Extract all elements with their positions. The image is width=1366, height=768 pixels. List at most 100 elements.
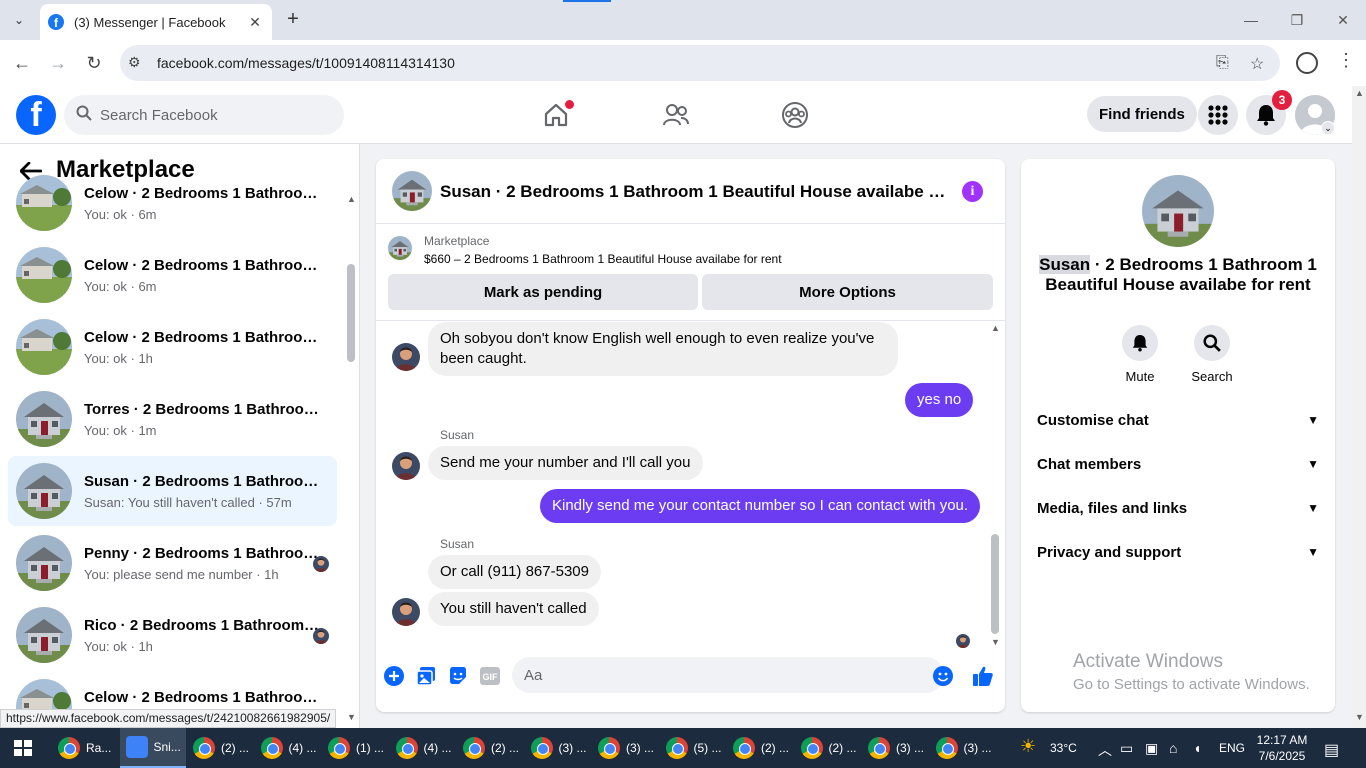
battery-icon[interactable]: ▭ [1120, 740, 1133, 757]
more-options-button[interactable]: More Options [702, 274, 993, 310]
notifications-center-icon[interactable]: ▤ [1324, 740, 1339, 760]
emoji-icon[interactable] [932, 665, 954, 687]
taskbar-chrome-window[interactable]: (3) ... [525, 728, 591, 768]
listing-description[interactable]: $660 – 2 Bedrooms 1 Bathroom 1 Beautiful… [424, 252, 782, 266]
search-input[interactable] [100, 106, 320, 124]
conversation-item[interactable]: Celow · 2 Bedrooms 1 Bathroom 1 Beautifu… [8, 168, 337, 238]
taskbar-chrome-window[interactable]: (2) ... [795, 728, 861, 768]
taskbar-chrome-window[interactable]: (4) ... [390, 728, 456, 768]
like-thumb-icon[interactable] [972, 665, 994, 687]
sidebar-scroll-thumb[interactable] [347, 264, 355, 362]
minimize-window-button[interactable]: — [1228, 0, 1274, 40]
browser-menu-icon[interactable]: ⋮ [1337, 50, 1355, 71]
reload-button[interactable]: ↻ [80, 50, 108, 76]
volume-icon[interactable]: ◖ [1193, 740, 1201, 756]
message-input[interactable] [512, 657, 944, 693]
home-nav-icon[interactable] [541, 100, 574, 130]
close-tab-icon[interactable]: ✕ [246, 14, 264, 31]
facebook-search[interactable] [64, 95, 344, 135]
taskbar-chrome-window[interactable]: (2) ... [727, 728, 793, 768]
chrome-icon [395, 737, 418, 759]
browser-profile-icon[interactable] [1296, 52, 1318, 74]
search-conversation-button[interactable]: Search [1182, 325, 1242, 384]
taskbar-chrome-window[interactable]: (2) ... [187, 728, 253, 768]
home-notification-dot [565, 100, 574, 109]
conversation-item[interactable]: Penny · 2 Bedrooms 1 Bathroom 1 Beautifu… [8, 528, 337, 598]
new-tab-button[interactable]: + [282, 8, 304, 32]
conversation-item[interactable]: Susan · 2 Bedrooms 1 Bathroom 1 Beautifu… [8, 456, 337, 526]
site-info-icon[interactable]: ⚙ [128, 54, 141, 71]
taskbar-chrome-window[interactable]: (3) ... [862, 728, 928, 768]
taskbar-item-label: (3) ... [558, 741, 587, 755]
message-bubble-outgoing[interactable]: Kindly send me your contact number so I … [540, 489, 981, 523]
plus-circle-icon[interactable] [383, 665, 405, 687]
meet-now-icon[interactable]: ▣ [1145, 740, 1158, 757]
forward-button[interactable]: → [44, 50, 72, 76]
section-label: Chat members [1037, 455, 1142, 473]
message-bubble-outgoing[interactable]: yes no [905, 383, 974, 417]
taskbar-chrome-window[interactable]: (5) ... [660, 728, 726, 768]
section-privacy-support[interactable]: Privacy and support ▼ [1029, 532, 1327, 572]
info-icon[interactable]: i [962, 181, 983, 202]
mute-button[interactable]: Mute [1110, 325, 1170, 384]
sender-avatar[interactable] [392, 452, 420, 480]
chat-listing-thumbnail[interactable] [392, 171, 432, 211]
taskbar-chrome-window[interactable]: (3) ... [592, 728, 658, 768]
message-bubble-incoming[interactable]: You still haven't called [428, 592, 599, 626]
message-bubble-incoming[interactable]: Send me your number and I'll call you [428, 446, 703, 480]
install-app-icon[interactable]: ⎘ [1216, 54, 1229, 72]
temperature[interactable]: 33°C [1050, 741, 1077, 755]
message-composer: GIF [376, 652, 1005, 712]
groups-nav-icon[interactable] [780, 100, 810, 130]
system-clock[interactable]: 12:17 AM 7/6/2025 [1250, 732, 1314, 764]
taskbar-chrome-window[interactable]: (1) ... [322, 728, 388, 768]
browser-tab[interactable]: f (3) Messenger | Facebook ✕ [40, 4, 272, 40]
sidebar-scrollbar[interactable]: ▲ ▼ [344, 192, 358, 728]
conversation-item[interactable]: Torres · 2 Bedrooms 1 Bathroom 1 Beautif… [8, 384, 337, 454]
section-media-files-links[interactable]: Media, files and links ▼ [1029, 488, 1327, 528]
sender-avatar[interactable] [392, 343, 420, 371]
taskbar-chrome-window[interactable]: (2) ... [457, 728, 523, 768]
thread-scroll-thumb[interactable] [991, 534, 999, 634]
conversation-item[interactable]: Rico · 2 Bedrooms 1 Bathroom 1 Beautiful… [8, 600, 337, 670]
mark-as-pending-button[interactable]: Mark as pending [388, 274, 698, 310]
facebook-logo-icon[interactable]: f [16, 95, 56, 135]
windows-start-icon[interactable] [14, 740, 32, 756]
conversation-item[interactable]: Celow · 2 Bedrooms 1 Bathroom 1 Beautifu… [8, 240, 337, 310]
restore-window-button[interactable]: ❐ [1274, 0, 1320, 40]
section-customise-chat[interactable]: Customise chat ▼ [1029, 400, 1327, 440]
clock-time: 12:17 AM [1256, 733, 1308, 747]
taskbar-chrome-window[interactable]: (4) ... [255, 728, 321, 768]
weather-icon[interactable]: ☀ [1020, 736, 1036, 757]
menu-grid-button[interactable] [1198, 95, 1238, 135]
page-scrollbar[interactable]: ▲ ▼ [1352, 86, 1366, 728]
back-button[interactable]: ← [8, 50, 36, 76]
address-bar[interactable]: ⚙ facebook.com/messages/t/10091408114314… [120, 45, 1280, 81]
listing-avatar[interactable] [1142, 175, 1214, 247]
listing-thumbnail[interactable] [388, 236, 412, 260]
thread-scrollbar[interactable]: ▲ ▼ [988, 322, 1002, 652]
tab-search-button[interactable]: ⌄ [6, 8, 32, 32]
message-bubble-incoming[interactable]: Oh sobyou don't know English well enough… [428, 322, 898, 376]
taskbar-chrome-window[interactable]: (3) ... [930, 728, 996, 768]
message-bubble-incoming[interactable]: Or call (911) 867-5309 [428, 555, 601, 589]
chevron-down-icon[interactable]: ⌄ [1321, 121, 1335, 135]
bookmark-star-icon[interactable]: ☆ [1250, 54, 1264, 74]
section-chat-members[interactable]: Chat members ▼ [1029, 444, 1327, 484]
friends-nav-icon[interactable] [661, 100, 691, 130]
gif-icon[interactable]: GIF [479, 665, 501, 687]
taskbar-chrome-window[interactable]: Ra... [52, 728, 118, 768]
close-window-button[interactable]: ✕ [1320, 0, 1366, 40]
conversation-item[interactable]: Celow · 2 Bedrooms 1 Bathroom 1 Beautifu… [8, 312, 337, 382]
sticker-icon[interactable] [447, 665, 469, 687]
find-friends-button[interactable]: Find friends [1087, 96, 1197, 132]
address-url[interactable]: facebook.com/messages/t/1009140811431413… [157, 55, 455, 71]
sender-avatar[interactable] [392, 598, 420, 626]
taskbar-snipping-tool[interactable]: Sni... [119, 728, 186, 768]
photo-icon[interactable] [415, 665, 437, 687]
chat-title[interactable]: Susan · 2 Bedrooms 1 Bathroom 1 Beautifu… [440, 182, 950, 202]
input-language[interactable]: ENG [1219, 741, 1245, 755]
show-hidden-icons-icon[interactable]: ︿ [1098, 740, 1112, 760]
chrome-icon [328, 737, 350, 759]
network-icon[interactable]: ⌂ [1169, 740, 1177, 756]
